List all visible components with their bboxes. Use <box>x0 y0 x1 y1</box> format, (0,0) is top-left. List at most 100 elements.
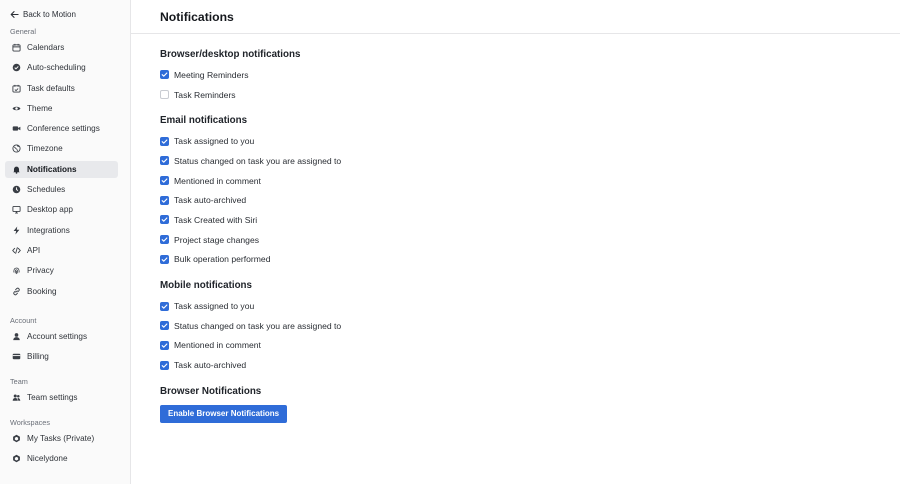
notification-option[interactable]: Task assigned to you <box>160 131 860 151</box>
enable-browser-notifications-button[interactable]: Enable Browser Notifications <box>160 404 288 423</box>
sidebar-section-label: Team <box>10 376 28 386</box>
option-label: Meeting Reminders <box>174 69 249 80</box>
clock-icon <box>12 185 20 194</box>
users-icon <box>12 394 20 401</box>
sidebar-item-my-tasks-private[interactable]: My Tasks (Private) <box>5 430 118 447</box>
sidebar-item-timezone[interactable]: Timezone <box>5 140 118 157</box>
checkbox-checked[interactable] <box>160 156 169 166</box>
checkmark-icon <box>161 257 168 262</box>
checkbox-checked[interactable] <box>160 235 169 245</box>
section-title: Mobile notifications <box>160 280 252 292</box>
section-title: Browser/desktop notifications <box>160 49 301 60</box>
sidebar-item-label: Schedules <box>27 185 66 195</box>
checkbox-checked[interactable] <box>160 176 169 186</box>
checkmark-icon <box>161 343 168 348</box>
option-label: Mentioned in comment <box>174 175 261 186</box>
checkbox-checked[interactable] <box>160 360 169 370</box>
sidebar-item-label: Team settings <box>27 392 78 402</box>
option-label: Project stage changes <box>174 234 260 245</box>
checkbox-checked[interactable] <box>160 321 169 331</box>
sidebar-item-privacy[interactable]: Privacy <box>5 262 118 279</box>
sidebar-item-api[interactable]: API <box>5 242 118 259</box>
sidebar-item-integrations[interactable]: Integrations <box>5 222 118 239</box>
sidebar-item-team-settings[interactable]: Team settings <box>5 389 118 406</box>
sidebar-item-label: Billing <box>27 351 49 361</box>
check-circle-icon <box>11 63 21 73</box>
checkbox-checked[interactable] <box>160 254 169 264</box>
back-to-motion-link[interactable]: Back to Motion <box>10 9 130 19</box>
workspace-icon <box>12 454 20 463</box>
checkmark-icon <box>161 217 168 223</box>
notification-option[interactable]: Status changed on task you are assigned … <box>160 316 860 336</box>
sidebar-item-auto-scheduling[interactable]: Auto-scheduling <box>5 59 118 76</box>
option-label: Mentioned in comment <box>174 340 261 351</box>
notification-option[interactable]: Task auto-archived <box>160 190 860 210</box>
notification-option[interactable]: Mentioned in comment <box>160 171 860 191</box>
sidebar-item-booking[interactable]: Booking <box>5 283 118 300</box>
workspace-icon <box>11 454 21 464</box>
clock-icon <box>11 185 21 195</box>
checkbox-unchecked[interactable] <box>160 90 169 100</box>
sidebar-item-label: Desktop app <box>27 205 73 215</box>
sidebar-item-label: Auto-scheduling <box>27 63 86 73</box>
sidebar-item-label: My Tasks (Private) <box>27 433 95 443</box>
option-label: Task assigned to you <box>174 301 255 312</box>
sidebar-item-nicelydone[interactable]: Nicelydone <box>5 450 118 467</box>
user-icon <box>12 332 20 340</box>
option-label: Bulk operation performed <box>174 254 271 265</box>
sidebar-sections: General Calendars Auto-scheduling Task defa… <box>5 27 130 467</box>
checkbox-checked[interactable] <box>160 301 169 311</box>
globe-icon <box>11 144 21 154</box>
workspace-icon <box>12 434 20 443</box>
checkbox-checked[interactable] <box>160 195 169 205</box>
sidebar-item-billing[interactable]: Billing <box>5 348 118 365</box>
code-icon <box>11 245 21 255</box>
browser-notifications-title: Browser Notifications <box>160 385 262 397</box>
checkbox-checked[interactable] <box>160 340 169 350</box>
notification-option[interactable]: Task assigned to you <box>160 296 860 316</box>
page-title: Notifications <box>160 10 234 24</box>
sidebar-item-task-defaults[interactable]: Task defaults <box>5 80 118 97</box>
sidebar-item-label: API <box>27 245 41 255</box>
video-icon <box>12 126 20 131</box>
option-label: Task auto-archived <box>174 195 247 206</box>
eye-icon <box>11 103 21 113</box>
section-title: Email notifications <box>160 115 248 127</box>
check-circle-icon <box>12 64 20 72</box>
sidebar-item-label: Account settings <box>27 331 88 341</box>
sidebar-item-theme[interactable]: Theme <box>5 100 118 117</box>
notification-option[interactable]: Project stage changes <box>160 230 860 250</box>
sidebar-item-desktop-app[interactable]: Desktop app <box>5 201 118 218</box>
sidebar-item-calendars[interactable]: Calendars <box>5 39 118 56</box>
checkmark-icon <box>161 237 168 242</box>
checkbox-checked[interactable] <box>160 136 169 146</box>
notification-option[interactable]: Status changed on task you are assigned … <box>160 151 860 171</box>
sidebar-item-schedules[interactable]: Schedules <box>5 181 118 198</box>
checkbox-checked[interactable] <box>160 215 169 225</box>
notification-option[interactable]: Task Reminders <box>160 85 860 105</box>
calendar-check-icon <box>11 84 21 93</box>
checkmark-icon <box>161 323 168 328</box>
checkmark-icon <box>161 158 168 164</box>
sidebar-item-account-settings[interactable]: Account settings <box>5 328 118 345</box>
sidebar-section-label: Workspaces <box>10 417 51 427</box>
checkbox-checked[interactable] <box>160 70 169 80</box>
notification-option[interactable]: Mentioned in comment <box>160 336 860 356</box>
notification-option[interactable]: Meeting Reminders <box>160 65 860 85</box>
sidebar-section-label: Account <box>10 315 37 325</box>
notification-option[interactable]: Task auto-archived <box>160 355 860 375</box>
sidebar-item-label: Privacy <box>27 266 54 276</box>
checkmark-icon <box>161 198 168 203</box>
video-icon <box>11 124 21 134</box>
fingerprint-icon <box>11 266 21 276</box>
sidebar-item-notifications[interactable]: Notifications <box>5 160 118 178</box>
notification-option[interactable]: Task Created with Siri <box>160 210 860 230</box>
option-label: Task assigned to you <box>174 136 255 147</box>
checkmark-icon <box>161 178 168 183</box>
notification-option[interactable]: Bulk operation performed <box>160 250 860 270</box>
arrow-left-icon <box>10 10 19 18</box>
calendar-icon <box>11 43 21 52</box>
sidebar-item-conference-settings[interactable]: Conference settings <box>5 120 118 137</box>
sidebar-item-label: Integrations <box>27 225 70 235</box>
bolt-icon <box>11 225 21 235</box>
